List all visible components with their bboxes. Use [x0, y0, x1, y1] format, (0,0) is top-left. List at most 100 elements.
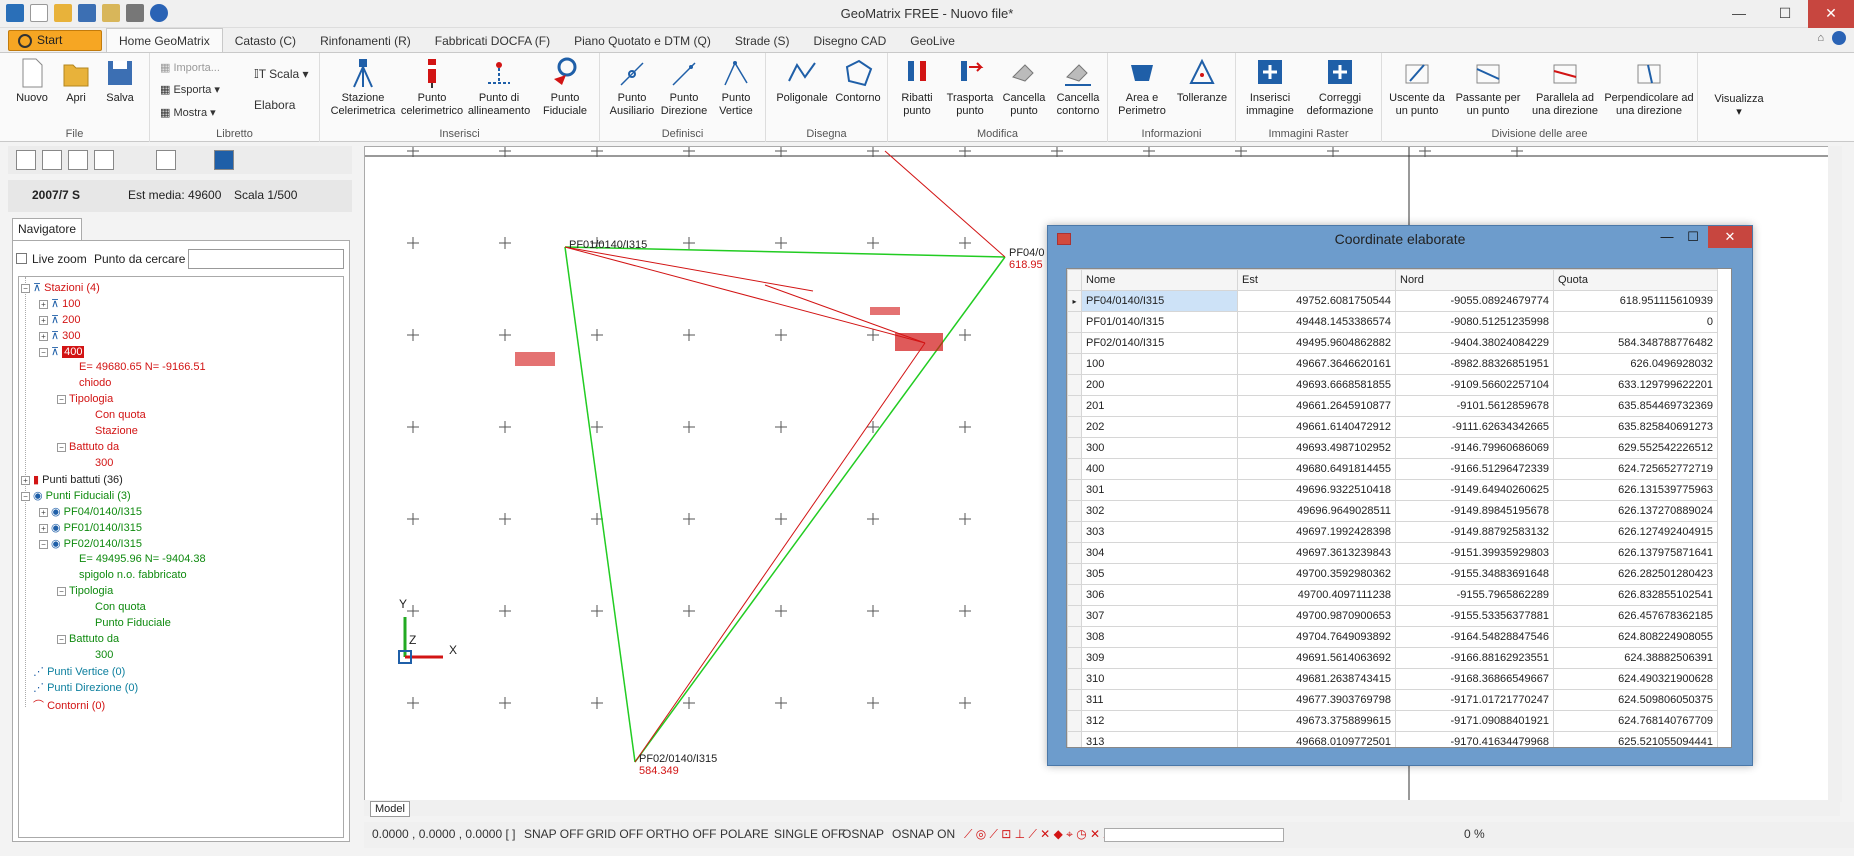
tree-station-200[interactable]: + ⊼ 200: [39, 313, 80, 326]
punto-allineamento-button[interactable]: Punto di allineamento: [466, 57, 532, 118]
cell-nome[interactable]: 313: [1081, 731, 1238, 747]
row-header[interactable]: [1067, 689, 1082, 711]
cell-nord[interactable]: -9055.08924679774: [1395, 290, 1554, 312]
cell-est[interactable]: 49673.3758899615: [1237, 710, 1396, 732]
cell-nord[interactable]: -8982.88326851951: [1395, 353, 1554, 375]
cell-quota[interactable]: 624.725652772719: [1553, 458, 1718, 480]
live-zoom-checkbox[interactable]: [16, 253, 27, 264]
tab-piano-quotato[interactable]: Piano Quotato e DTM (Q): [562, 29, 723, 53]
punto-celerimetrico-button[interactable]: Punto celerimetrico: [398, 57, 466, 118]
table-row[interactable]: 306 49700.4097111238 -9155.7965862289 626.8…: [1067, 584, 1718, 606]
row-header[interactable]: [1067, 353, 1082, 375]
row-header[interactable]: [1067, 542, 1082, 564]
search-input[interactable]: [188, 249, 344, 269]
cell-quota[interactable]: 624.38882506391: [1553, 647, 1718, 669]
cell-quota[interactable]: 635.825840691273: [1553, 416, 1718, 438]
visualizza-button[interactable]: Visualizza ▾: [1704, 93, 1774, 119]
row-header[interactable]: [1067, 521, 1082, 543]
row-header[interactable]: [1067, 416, 1082, 438]
cell-quota[interactable]: 624.808224908055: [1553, 626, 1718, 648]
cell-quota[interactable]: 635.854469732369: [1553, 395, 1718, 417]
cell-est[interactable]: 49700.4097111238: [1237, 584, 1396, 606]
tolleranze-button[interactable]: Tolleranze: [1172, 57, 1232, 105]
measure-icon[interactable]: [156, 150, 176, 170]
cell-est[interactable]: 49697.1992428398: [1237, 521, 1396, 543]
cell-nord[interactable]: -9146.79960686069: [1395, 437, 1554, 459]
cell-est[interactable]: 49448.1453386574: [1237, 311, 1396, 333]
stazione-celerimetrica-button[interactable]: Stazione Celerimetrica: [328, 57, 398, 118]
row-header[interactable]: [1067, 395, 1082, 417]
close-button[interactable]: ✕: [1808, 0, 1854, 28]
tab-navigatore[interactable]: Navigatore: [12, 218, 82, 240]
cell-quota[interactable]: 626.0496928032: [1553, 353, 1718, 375]
tree-pf01[interactable]: + ◉ PF01/0140/I315: [39, 521, 142, 534]
cell-nome[interactable]: 307: [1081, 605, 1238, 627]
cell-nome[interactable]: PF02/0140/I315: [1081, 332, 1238, 354]
cell-nome[interactable]: 100: [1081, 353, 1238, 375]
cell-quota[interactable]: 624.509806050375: [1553, 689, 1718, 711]
poligonale-button[interactable]: Poligonale: [772, 57, 832, 105]
cell-nome[interactable]: 400: [1081, 458, 1238, 480]
punto-direzione-button[interactable]: Punto Direzione: [658, 57, 710, 118]
tab-fabbricati-docfa[interactable]: Fabbricati DOCFA (F): [423, 29, 562, 53]
cancella-contorno-button[interactable]: Cancella contorno: [1050, 57, 1106, 118]
table-row[interactable]: 400 49680.6491814455 -9166.51296472339 624.…: [1067, 458, 1718, 480]
cell-quota[interactable]: 626.282501280423: [1553, 563, 1718, 585]
table-row[interactable]: PF02/0140/I315 49495.9604862882 -9404.3802…: [1067, 332, 1718, 354]
contorno-button[interactable]: Contorno: [832, 57, 884, 105]
cell-est[interactable]: 49661.2645910877: [1237, 395, 1396, 417]
cell-nord[interactable]: -9155.34883691648: [1395, 563, 1554, 585]
cell-quota[interactable]: 626.457678362185: [1553, 605, 1718, 627]
row-header[interactable]: [1067, 584, 1082, 606]
cell-nome[interactable]: 306: [1081, 584, 1238, 606]
cell-nord[interactable]: -9149.88792583132: [1395, 521, 1554, 543]
import-button[interactable]: ▦ Importa...: [160, 61, 220, 74]
column-header-quota[interactable]: Quota: [1553, 269, 1718, 291]
tree-station-300[interactable]: + ⊼ 300: [39, 329, 80, 342]
tree-contorni[interactable]: ⌒ Contorni (0): [33, 697, 105, 713]
coord-maximize-button[interactable]: ☐: [1678, 226, 1708, 248]
zoom-slider[interactable]: [1104, 828, 1284, 842]
table-row[interactable]: 301 49696.9322510418 -9149.64940260625 626.…: [1067, 479, 1718, 501]
tree-tipologia[interactable]: − Tipologia: [57, 393, 113, 405]
parallela-direzione-button[interactable]: Parallela ad una direzione: [1528, 57, 1602, 118]
cell-nord[interactable]: -9149.89845195678: [1395, 500, 1554, 522]
tree-pf04[interactable]: + ◉ PF04/0140/I315: [39, 505, 142, 518]
cell-quota[interactable]: 626.127492404915: [1553, 521, 1718, 543]
cell-est[interactable]: 49667.3646620161: [1237, 353, 1396, 375]
cell-nome[interactable]: PF01/0140/I315: [1081, 311, 1238, 333]
cell-nord[interactable]: -9151.39935929803: [1395, 542, 1554, 564]
table-row[interactable]: 200 49693.6668581855 -9109.56602257104 633.…: [1067, 374, 1718, 396]
tree-battuto-da[interactable]: − Battuto da: [57, 441, 119, 453]
cell-est[interactable]: 49752.6081750544: [1237, 290, 1396, 312]
table-row[interactable]: 313 49668.0109772501 -9170.41634479968 625.…: [1067, 731, 1718, 747]
table-row[interactable]: 201 49661.2645910877 -9101.5612859678 635.8…: [1067, 395, 1718, 417]
column-header-nord[interactable]: Nord: [1395, 269, 1554, 291]
cell-nome[interactable]: 202: [1081, 416, 1238, 438]
table-row[interactable]: 302 49696.9649028511 -9149.89845195678 626.…: [1067, 500, 1718, 522]
tree-station-100[interactable]: + ⊼ 100: [39, 297, 80, 310]
cell-est[interactable]: 49696.9322510418: [1237, 479, 1396, 501]
cell-nome[interactable]: 308: [1081, 626, 1238, 648]
cell-nome[interactable]: 200: [1081, 374, 1238, 396]
cell-nome[interactable]: 300: [1081, 437, 1238, 459]
table-row[interactable]: 202 49661.6140472912 -9111.62634342665 635.…: [1067, 416, 1718, 438]
punto-ausiliario-button[interactable]: Punto Ausiliario: [606, 57, 658, 118]
model-tab[interactable]: Model: [370, 801, 410, 817]
table-row[interactable]: 100 49667.3646620161 -8982.88326851951 626.…: [1067, 353, 1718, 375]
cell-nord[interactable]: -9164.54828847546: [1395, 626, 1554, 648]
cell-quota[interactable]: 626.131539775963: [1553, 479, 1718, 501]
cell-quota[interactable]: 629.552542226512: [1553, 437, 1718, 459]
cell-nord[interactable]: -9155.7965862289: [1395, 584, 1554, 606]
tree-punti-battuti[interactable]: + ▮ Punti battuti (36): [21, 473, 123, 486]
row-header[interactable]: [1067, 647, 1082, 669]
cell-quota[interactable]: 625.521055094441: [1553, 731, 1718, 747]
canvas-horizontal-scrollbar[interactable]: [364, 800, 1840, 816]
cell-est[interactable]: 49693.4987102952: [1237, 437, 1396, 459]
help-icon[interactable]: [1832, 31, 1846, 45]
cell-nome[interactable]: 310: [1081, 668, 1238, 690]
cell-est[interactable]: 49668.0109772501: [1237, 731, 1396, 747]
cell-nome[interactable]: 312: [1081, 710, 1238, 732]
cell-est[interactable]: 49700.9870900653: [1237, 605, 1396, 627]
ribatti-punto-button[interactable]: Ribatti punto: [892, 57, 942, 118]
